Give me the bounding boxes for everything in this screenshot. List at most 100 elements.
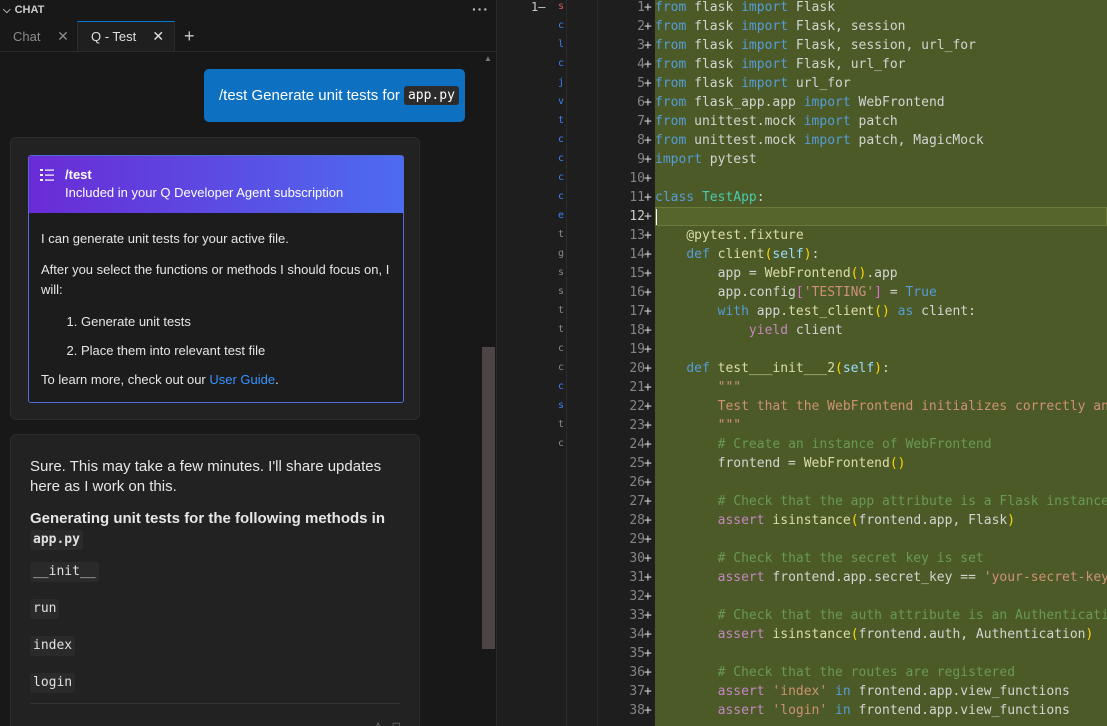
line-number: 16 — [629, 285, 645, 300]
added-line-marker: + — [644, 646, 652, 661]
code-line[interactable]: 25 + frontend = WebFrontend() — [0, 454, 1107, 473]
added-line-marker: + — [644, 285, 652, 300]
code-line[interactable]: 32 + — [0, 587, 1107, 606]
code-line[interactable]: 15 + app = WebFrontend().app — [0, 264, 1107, 283]
code-line[interactable]: 29 + — [0, 530, 1107, 549]
copy-icon[interactable]: □ — [393, 719, 400, 726]
added-line-marker: + — [644, 247, 652, 262]
code-line[interactable]: 36 + # Check that the routes are register… — [0, 663, 1107, 682]
code-text: from flask import Flask, session, url_fo… — [655, 38, 976, 53]
code-line[interactable]: 12 + — [0, 207, 1107, 226]
code-line[interactable]: 27 + # Check that the app attribute is a … — [0, 492, 1107, 511]
code-text: def client(self): — [686, 247, 820, 262]
added-line-marker: + — [644, 209, 652, 224]
code-line[interactable]: 10 + — [0, 169, 1107, 188]
code-text: import pytest — [655, 152, 757, 167]
line-number: 25 — [629, 456, 645, 471]
line-number: 21 — [629, 380, 645, 395]
added-line-marker: + — [644, 589, 652, 604]
code-line[interactable]: 1 + from flask import Flask — [0, 0, 1107, 17]
line-number: 20 — [629, 361, 645, 376]
line-number: 10 — [629, 171, 645, 186]
added-line-marker: + — [644, 532, 652, 547]
code-text: Test that the WebFrontend initializes co… — [655, 399, 1107, 414]
line-number: 12 — [629, 209, 645, 224]
line-number: 14 — [629, 247, 645, 262]
line-number: 24 — [629, 437, 645, 452]
added-line-marker: + — [644, 152, 652, 167]
added-line-marker: + — [644, 228, 652, 243]
code-line[interactable]: 26 + — [0, 473, 1107, 492]
code-line[interactable]: 24 + # Create an instance of WebFrontend — [0, 435, 1107, 454]
line-number: 1 — [637, 0, 645, 15]
code-line[interactable]: 11 + class TestApp: — [0, 188, 1107, 207]
code-text: @pytest.fixture — [655, 228, 804, 243]
added-line-marker: + — [644, 342, 652, 357]
code-line[interactable]: 22 + Test that the WebFrontend initialize… — [0, 397, 1107, 416]
code-text: # Check that the app attribute is a Flas… — [717, 494, 1107, 509]
added-line-marker: + — [644, 38, 652, 53]
line-number: 23 — [629, 418, 645, 433]
line-number: 28 — [629, 513, 645, 528]
line-number: 11 — [629, 190, 645, 205]
code-text: from flask import Flask, session — [655, 19, 906, 34]
code-text: from flask import Flask — [655, 0, 836, 15]
code-text: from flask import Flask, url_for — [655, 57, 906, 72]
code-line[interactable]: 18 + yield client — [0, 321, 1107, 340]
code-line[interactable]: 33 + # Check that the auth attribute is a… — [0, 606, 1107, 625]
code-line[interactable]: 28 + assert isinstance(frontend.app, Flas… — [0, 511, 1107, 530]
code-line[interactable]: 34 + assert isinstance(frontend.auth, Aut… — [0, 625, 1107, 644]
code-line[interactable]: 4 + from flask import Flask, url_for — [0, 55, 1107, 74]
line-number: 30 — [629, 551, 645, 566]
code-text: from unittest.mock import patch, MagicMo… — [655, 133, 984, 148]
added-line-marker: + — [644, 304, 652, 319]
line-number: 8 — [637, 133, 645, 148]
code-text: frontend = WebFrontend() — [655, 456, 906, 471]
code-line[interactable]: 31 + assert frontend.app.secret_key == 'y… — [0, 568, 1107, 587]
added-line-marker: + — [644, 95, 652, 110]
added-line-marker: + — [644, 703, 652, 718]
code-text: # Check that the auth attribute is an Au… — [717, 608, 1107, 623]
code-line[interactable]: 3 + from flask import Flask, session, url_… — [0, 36, 1107, 55]
code-line[interactable]: 30 + # Check that the secret key is set — [0, 549, 1107, 568]
code-line[interactable]: 20 + def test___init___2(self): — [0, 359, 1107, 378]
code-line[interactable]: 37 + assert 'index' in frontend.app.view_… — [0, 682, 1107, 701]
code-line[interactable]: 7 + from unittest.mock import patch — [0, 112, 1107, 131]
code-line[interactable]: 16 + app.config['TESTING'] = True — [0, 283, 1107, 302]
added-line-marker: + — [644, 361, 652, 376]
code-text: with app.test_client() as client: — [717, 304, 976, 319]
code-text: assert isinstance(frontend.auth, Authent… — [717, 627, 1094, 642]
code-text: from flask_app.app import WebFrontend — [655, 95, 945, 110]
code-text: yield client — [748, 323, 843, 338]
line-number: 17 — [629, 304, 645, 319]
code-text: from unittest.mock import patch — [655, 114, 898, 129]
code-text: class TestApp: — [655, 190, 765, 205]
code-line[interactable]: 38 + assert 'login' in frontend.app.view_… — [0, 701, 1107, 720]
added-line-marker: + — [644, 0, 652, 15]
code-line[interactable]: 6 + from flask_app.app import WebFrontend — [0, 93, 1107, 112]
code-line[interactable]: 8 + from unittest.mock import patch, Magic… — [0, 131, 1107, 150]
code-text: # Check that the routes are registered — [717, 665, 1016, 680]
code-line[interactable]: 19 + — [0, 340, 1107, 359]
code-line[interactable]: 5 + from flask import url_for — [0, 74, 1107, 93]
thumbs-up-icon[interactable]: △ — [374, 719, 383, 726]
code-line[interactable]: 17 + with app.test_client() as client: — [0, 302, 1107, 321]
code-line[interactable]: 21 + """ — [0, 378, 1107, 397]
added-line-marker: + — [644, 114, 652, 129]
code-line[interactable]: 35 + — [0, 644, 1107, 663]
added-line-marker: + — [644, 627, 652, 642]
added-line-marker: + — [644, 133, 652, 148]
code-line[interactable]: 14 + def client(self): — [0, 245, 1107, 264]
added-line-marker: + — [644, 418, 652, 433]
line-number: 32 — [629, 589, 645, 604]
added-line-marker: + — [644, 494, 652, 509]
code-line[interactable]: 13 + @pytest.fixture — [0, 226, 1107, 245]
code-line[interactable]: 9 + import pytest — [0, 150, 1107, 169]
added-line-marker: + — [644, 684, 652, 699]
added-line-marker: + — [644, 19, 652, 34]
code-text: assert 'index' in frontend.app.view_func… — [717, 684, 1070, 699]
code-text: # Check that the secret key is set — [717, 551, 984, 566]
code-line[interactable]: 2 + from flask import Flask, session — [0, 17, 1107, 36]
code-line[interactable]: 23 + """ — [0, 416, 1107, 435]
line-number: 2 — [637, 19, 645, 34]
